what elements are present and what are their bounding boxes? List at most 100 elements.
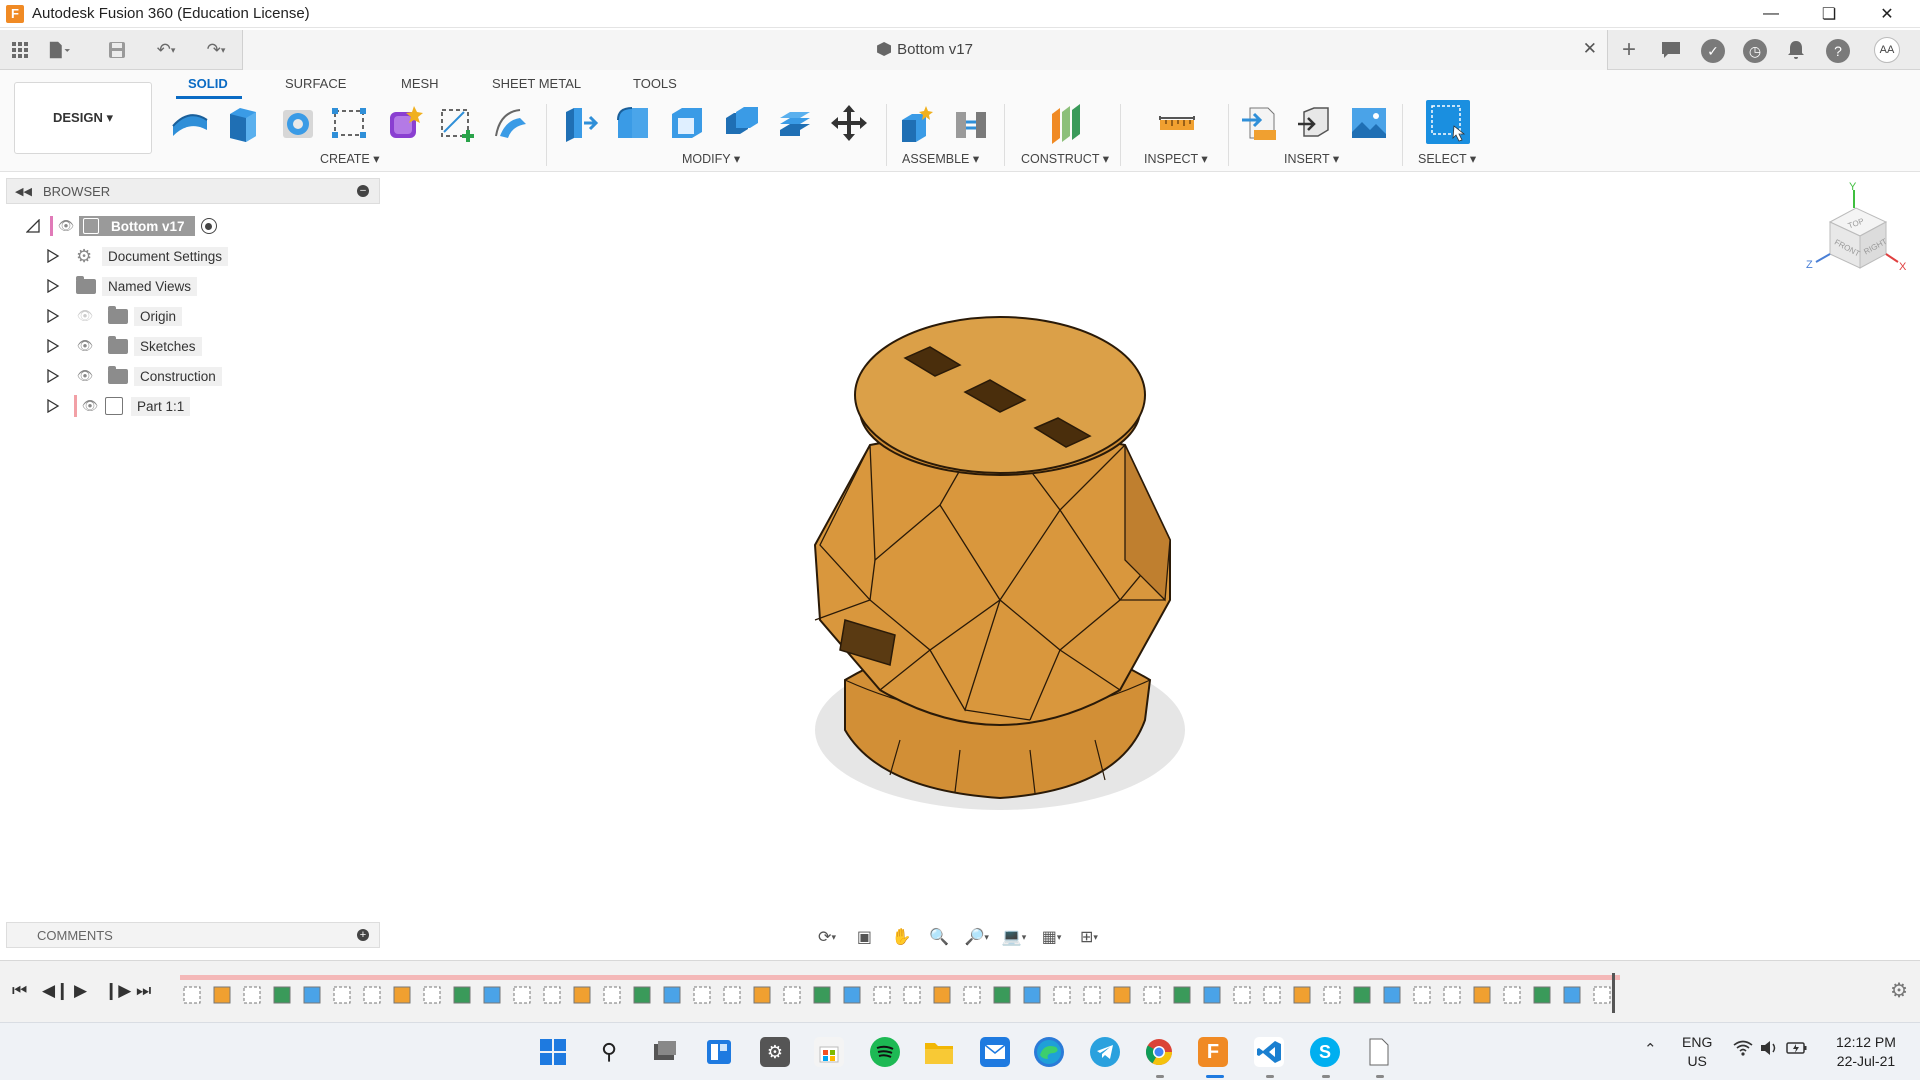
browser-item[interactable]: ⚙ Document Settings [46, 244, 229, 268]
skype-icon[interactable]: S [1310, 1037, 1340, 1067]
tab-solid[interactable]: SOLID [188, 76, 228, 91]
edge-browser-icon[interactable] [1034, 1037, 1064, 1067]
fillet-icon[interactable] [612, 102, 654, 144]
timeline-feature-extrude[interactable] [213, 986, 231, 1004]
new-tab-plus-icon[interactable]: + [1618, 36, 1640, 63]
create-group-label[interactable]: CREATE ▾ [320, 151, 380, 166]
browser-item[interactable]: 👁 Part 1:1 [46, 394, 191, 418]
timeline-feature-sketch[interactable] [723, 986, 741, 1004]
activate-radio-icon[interactable] [200, 218, 217, 234]
job-status-clock-icon[interactable]: ◷ [1743, 39, 1767, 63]
grid-settings-icon[interactable]: ▦ ▾ [1037, 925, 1067, 949]
timeline-feature-sketch[interactable] [423, 986, 441, 1004]
browser-item[interactable]: 👁 Construction [46, 364, 222, 388]
shell-icon[interactable] [666, 102, 708, 144]
help-icon[interactable]: ? [1826, 39, 1850, 63]
extrude-icon[interactable] [222, 102, 264, 144]
insert-derive-icon[interactable] [1240, 102, 1282, 144]
measure-icon[interactable] [1156, 102, 1198, 144]
file-menu-icon[interactable] [48, 39, 70, 61]
collapsed-triangle-icon[interactable] [46, 339, 60, 353]
visibility-eye-icon[interactable]: 👁 [76, 337, 94, 355]
system-clock[interactable]: 12:12 PM 22-Jul-21 [1836, 1033, 1896, 1071]
timeline-feature-plane[interactable] [453, 986, 471, 1004]
visibility-eye-icon[interactable]: 👁 [76, 367, 94, 385]
save-icon[interactable] [106, 39, 128, 61]
timeline-feature-sketch[interactable] [333, 986, 351, 1004]
timeline-feature-extrude[interactable] [393, 986, 411, 1004]
go-to-start-icon[interactable]: ⏮ [12, 981, 27, 1001]
go-to-end-icon[interactable]: ⏭ [136, 981, 151, 1001]
chrome-icon[interactable] [1144, 1037, 1174, 1067]
extensions-icon[interactable]: ✓ [1701, 39, 1725, 63]
timeline-feature-sketch[interactable] [873, 986, 891, 1004]
collapsed-triangle-icon[interactable] [46, 279, 60, 293]
timeline-feature-extrude[interactable] [1113, 986, 1131, 1004]
timeline-feature-pattern[interactable] [663, 986, 681, 1004]
fusion-360-taskbar-icon[interactable]: F [1198, 1037, 1228, 1067]
timeline-feature-sketch[interactable] [1263, 986, 1281, 1004]
browser-minimize-icon[interactable]: – [357, 185, 369, 197]
timeline-feature-extrude[interactable] [573, 986, 591, 1004]
timeline-feature-sketch[interactable] [1323, 986, 1341, 1004]
timeline-feature-plane[interactable] [273, 986, 291, 1004]
timeline-feature-sketch[interactable] [1233, 986, 1251, 1004]
step-back-icon[interactable]: ◀❙ [42, 981, 69, 1001]
timeline-feature-extrude[interactable] [1473, 986, 1491, 1004]
spotify-icon[interactable] [870, 1037, 900, 1067]
minimize-icon[interactable]: — [1742, 0, 1800, 28]
collapsed-triangle-icon[interactable] [46, 309, 60, 323]
zoom-icon[interactable]: 🔍 [924, 925, 954, 949]
workspace-switcher-button[interactable]: DESIGN ▾ [14, 82, 152, 154]
press-pull-icon[interactable] [558, 102, 600, 144]
document-tab-close-icon[interactable]: ✕ [1583, 39, 1597, 59]
move-copy-icon[interactable] [828, 102, 870, 144]
timeline-feature-sketch[interactable] [963, 986, 981, 1004]
user-avatar[interactable]: AA [1874, 37, 1900, 63]
select-group-label[interactable]: SELECT ▾ [1418, 151, 1476, 166]
widgets-icon[interactable] [704, 1037, 734, 1067]
inspect-group-label[interactable]: INSPECT ▾ [1144, 151, 1208, 166]
insert-canvas-icon[interactable] [1348, 102, 1390, 144]
microsoft-store-icon[interactable] [814, 1037, 844, 1067]
create-sketch-icon[interactable] [169, 102, 211, 144]
mail-icon[interactable] [980, 1037, 1010, 1067]
vscode-icon[interactable] [1254, 1037, 1284, 1067]
timeline-feature-sketch[interactable] [1443, 986, 1461, 1004]
model-render[interactable] [380, 172, 1920, 952]
new-component-icon[interactable] [896, 102, 938, 144]
search-icon[interactable]: ⚲ [594, 1037, 624, 1067]
timeline-feature-sketch[interactable] [363, 986, 381, 1004]
collapsed-triangle-icon[interactable] [46, 399, 60, 413]
collapsed-triangle-icon[interactable] [46, 249, 60, 263]
timeline-feature-pattern[interactable] [843, 986, 861, 1004]
joint-icon[interactable] [950, 102, 992, 144]
comments-icon[interactable] [1660, 39, 1682, 61]
fit-zoom-window-icon[interactable]: 🔎 ▾ [962, 925, 992, 949]
comments-panel-header[interactable]: COMMENTS + [6, 922, 380, 948]
wifi-icon[interactable] [1733, 1040, 1753, 1060]
timeline-feature-sketch[interactable] [1503, 986, 1521, 1004]
tab-sheet-metal[interactable]: SHEET METAL [492, 76, 581, 91]
modify-group-label[interactable]: MODIFY ▾ [682, 151, 740, 166]
timeline-feature-sketch[interactable] [1413, 986, 1431, 1004]
assemble-group-label[interactable]: ASSEMBLE ▾ [902, 151, 979, 166]
undo-icon[interactable]: ↶ ▾ [146, 39, 186, 61]
timeline-marker-handle[interactable] [1612, 973, 1615, 1013]
insert-mesh-icon[interactable] [1294, 102, 1336, 144]
hidden-eye-icon[interactable]: 👁 [76, 307, 94, 325]
sketch-rectangle-icon[interactable] [328, 102, 370, 144]
collapsed-triangle-icon[interactable] [46, 369, 60, 383]
timeline-feature-sketch[interactable] [543, 986, 561, 1004]
timeline-feature-sketch[interactable] [693, 986, 711, 1004]
timeline-feature-pattern[interactable] [1563, 986, 1581, 1004]
document-tab[interactable]: Bottom v17 ✕ [242, 30, 1608, 70]
add-comment-icon[interactable]: + [357, 929, 369, 941]
timeline-settings-gear-icon[interactable]: ⚙ [1890, 978, 1908, 1003]
browser-panel-header[interactable]: ◀◀ BROWSER – [6, 178, 380, 204]
tab-surface[interactable]: SURFACE [285, 76, 346, 91]
redo-icon[interactable]: ↷ ▾ [196, 39, 236, 61]
select-icon[interactable] [1424, 98, 1472, 146]
timeline-feature-sketch[interactable] [903, 986, 921, 1004]
timeline-feature-sketch[interactable] [1143, 986, 1161, 1004]
